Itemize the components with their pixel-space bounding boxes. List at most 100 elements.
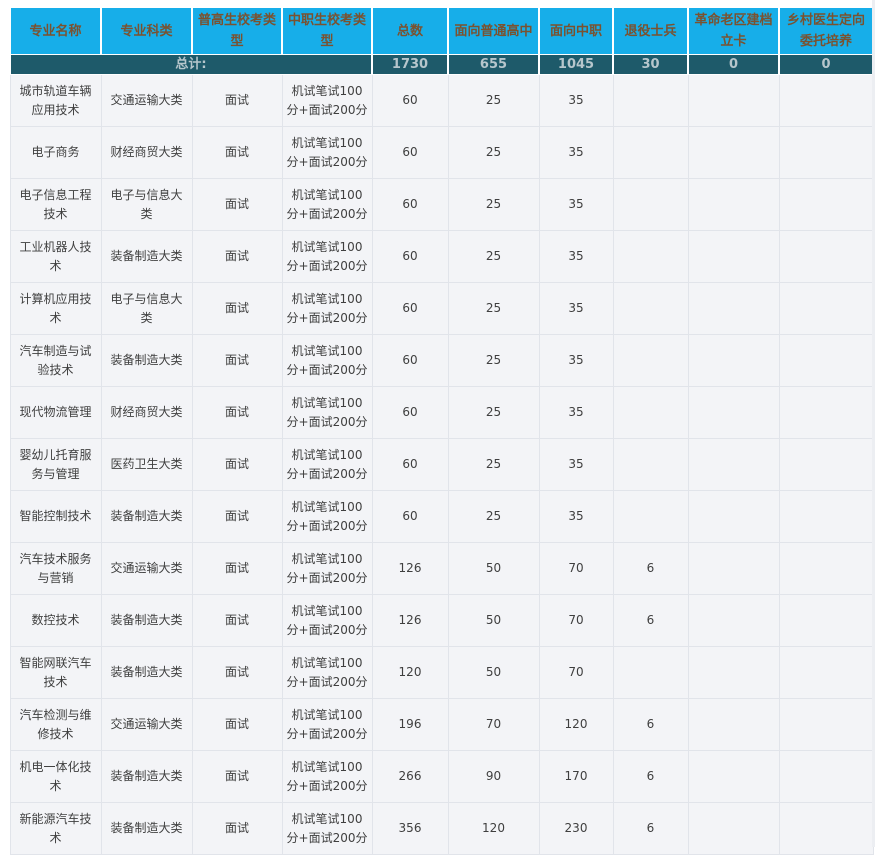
cell-veterans: 6: [612, 594, 689, 647]
cell-general-high-school: 25: [447, 230, 540, 283]
enrollment-plan-table: 专业名称 专业科类 普高生校考类型 中职生校考类型 总数 面向普通高中 面向中职…: [9, 7, 874, 855]
cell-vocational-school: 35: [538, 178, 614, 231]
cell-general-high-school: 25: [447, 386, 540, 439]
cell-rural-doctor: [778, 594, 874, 647]
cell-vocational-school: 35: [538, 74, 614, 127]
cell-general-exam-type: 面试: [191, 126, 283, 179]
cell-vocational-exam-type: 机试笔试100分+面试200分: [281, 438, 373, 491]
cell-vocational-exam-type: 机试笔试100分+面试200分: [281, 646, 373, 699]
cell-vocational-school: 70: [538, 542, 614, 595]
cell-total: 120: [371, 646, 449, 699]
cell-total: 60: [371, 178, 449, 231]
cell-total: 60: [371, 74, 449, 127]
table-row: 机电一体化技术 装备制造大类 面试 机试笔试100分+面试200分 266 90 170 6: [9, 750, 874, 803]
cell-revolutionary-area: [687, 126, 780, 179]
cell-major-category: 交通运输大类: [100, 698, 193, 751]
cell-revolutionary-area: [687, 178, 780, 231]
cell-veterans: 6: [612, 698, 689, 751]
cell-major-name: 智能控制技术: [9, 490, 102, 543]
cell-major-category: 电子与信息大类: [100, 282, 193, 335]
cell-vocational-exam-type: 机试笔试100分+面试200分: [281, 698, 373, 751]
table-row: 现代物流管理 财经商贸大类 面试 机试笔试100分+面试200分 60 25 35: [9, 386, 874, 439]
cell-revolutionary-area: [687, 750, 780, 803]
cell-vocational-exam-type: 机试笔试100分+面试200分: [281, 126, 373, 179]
header-revolutionary-area: 革命老区建档立卡: [687, 7, 780, 55]
cell-veterans: [612, 74, 689, 127]
cell-major-name: 机电一体化技术: [9, 750, 102, 803]
header-rural-doctor: 乡村医生定向委托培养: [778, 7, 874, 55]
cell-general-high-school: 50: [447, 542, 540, 595]
cell-revolutionary-area: [687, 230, 780, 283]
cell-general-high-school: 90: [447, 750, 540, 803]
cell-total: 196: [371, 698, 449, 751]
cell-general-high-school: 50: [447, 646, 540, 699]
cell-vocational-exam-type: 机试笔试100分+面试200分: [281, 542, 373, 595]
cell-vocational-school: 35: [538, 230, 614, 283]
cell-general-high-school: 25: [447, 126, 540, 179]
cell-rural-doctor: [778, 334, 874, 387]
cell-major-name: 智能网联汽车技术: [9, 646, 102, 699]
cell-vocational-school: 35: [538, 282, 614, 335]
cell-major-category: 装备制造大类: [100, 490, 193, 543]
cell-vocational-school: 35: [538, 334, 614, 387]
cell-vocational-school: 35: [538, 490, 614, 543]
cell-revolutionary-area: [687, 282, 780, 335]
header-major-name: 专业名称: [9, 7, 102, 55]
cell-vocational-exam-type: 机试笔试100分+面试200分: [281, 178, 373, 231]
cell-veterans: [612, 646, 689, 699]
cell-revolutionary-area: [687, 74, 780, 127]
cell-major-category: 装备制造大类: [100, 334, 193, 387]
cell-veterans: 6: [612, 542, 689, 595]
cell-general-exam-type: 面试: [191, 750, 283, 803]
cell-total: 60: [371, 126, 449, 179]
header-vocational-school: 面向中职: [538, 7, 614, 55]
table-row: 婴幼儿托育服务与管理 医药卫生大类 面试 机试笔试100分+面试200分 60 25 35: [9, 438, 874, 491]
enrollment-table-wrapper: 专业名称 专业科类 普高生校考类型 中职生校考类型 总数 面向普通高中 面向中职…: [9, 7, 874, 855]
cell-general-high-school: 25: [447, 438, 540, 491]
cell-general-exam-type: 面试: [191, 282, 283, 335]
cell-general-high-school: 25: [447, 334, 540, 387]
table-row: 智能控制技术 装备制造大类 面试 机试笔试100分+面试200分 60 25 35: [9, 490, 874, 543]
cell-revolutionary-area: [687, 542, 780, 595]
table-row: 汽车技术服务与营销 交通运输大类 面试 机试笔试100分+面试200分 126 50 70 6: [9, 542, 874, 595]
cell-general-exam-type: 面试: [191, 542, 283, 595]
cell-rural-doctor: [778, 178, 874, 231]
cell-general-exam-type: 面试: [191, 594, 283, 647]
cell-veterans: [612, 386, 689, 439]
cell-vocational-school: 35: [538, 386, 614, 439]
cell-major-name: 现代物流管理: [9, 386, 102, 439]
cell-general-exam-type: 面试: [191, 230, 283, 283]
cell-revolutionary-area: [687, 386, 780, 439]
cell-rural-doctor: [778, 126, 874, 179]
cell-vocational-school: 35: [538, 438, 614, 491]
cell-major-name: 数控技术: [9, 594, 102, 647]
cell-general-exam-type: 面试: [191, 178, 283, 231]
cell-major-name: 工业机器人技术: [9, 230, 102, 283]
cell-vocational-exam-type: 机试笔试100分+面试200分: [281, 386, 373, 439]
cell-total: 60: [371, 282, 449, 335]
cell-vocational-school: 70: [538, 646, 614, 699]
table-header-row: 专业名称 专业科类 普高生校考类型 中职生校考类型 总数 面向普通高中 面向中职…: [9, 7, 874, 55]
cell-general-high-school: 50: [447, 594, 540, 647]
cell-veterans: [612, 178, 689, 231]
cell-revolutionary-area: [687, 334, 780, 387]
cell-total: 126: [371, 594, 449, 647]
header-veterans: 退役士兵: [612, 7, 689, 55]
cell-general-exam-type: 面试: [191, 438, 283, 491]
cell-general-exam-type: 面试: [191, 334, 283, 387]
cell-vocational-school: 70: [538, 594, 614, 647]
cell-veterans: [612, 126, 689, 179]
cell-major-name: 婴幼儿托育服务与管理: [9, 438, 102, 491]
header-general-exam-type: 普高生校考类型: [191, 7, 283, 55]
cell-veterans: 6: [612, 750, 689, 803]
cell-revolutionary-area: [687, 490, 780, 543]
cell-major-name: 计算机应用技术: [9, 282, 102, 335]
cell-major-category: 装备制造大类: [100, 230, 193, 283]
cell-major-category: 装备制造大类: [100, 594, 193, 647]
cell-vocational-exam-type: 机试笔试100分+面试200分: [281, 74, 373, 127]
cell-veterans: [612, 334, 689, 387]
cell-major-name: 电子商务: [9, 126, 102, 179]
cell-major-category: 装备制造大类: [100, 750, 193, 803]
table-row: 电子商务 财经商贸大类 面试 机试笔试100分+面试200分 60 25 35: [9, 126, 874, 179]
cell-total: 126: [371, 542, 449, 595]
